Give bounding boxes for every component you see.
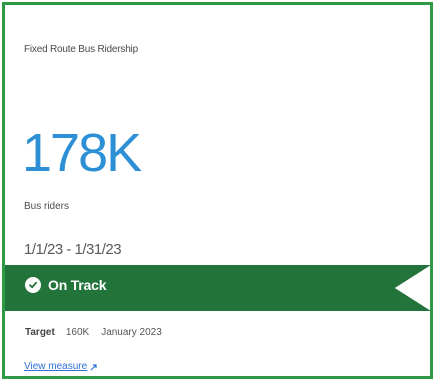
- target-value: 160K: [65, 327, 90, 338]
- check-icon: [25, 277, 41, 293]
- date-range: 1/1/23 - 1/31/23: [24, 241, 122, 258]
- target-label: Target: [25, 327, 55, 338]
- measure-card: Fixed Route Bus Ridership 178K Bus rider…: [2, 2, 433, 379]
- card-title: Fixed Route Bus Ridership: [24, 44, 138, 55]
- metric-value: 178K: [22, 123, 142, 183]
- status-banner: On Track: [5, 265, 431, 311]
- target-period: January 2023: [101, 327, 162, 338]
- external-link-icon: [90, 363, 97, 371]
- view-measure-label: View measure: [24, 361, 88, 372]
- status-text: On Track: [48, 277, 107, 293]
- metric-label: Bus riders: [24, 201, 70, 212]
- target-row: Target 160K January 2023: [25, 327, 162, 338]
- view-measure-link[interactable]: View measure: [24, 361, 97, 372]
- status-content: On Track: [25, 277, 107, 293]
